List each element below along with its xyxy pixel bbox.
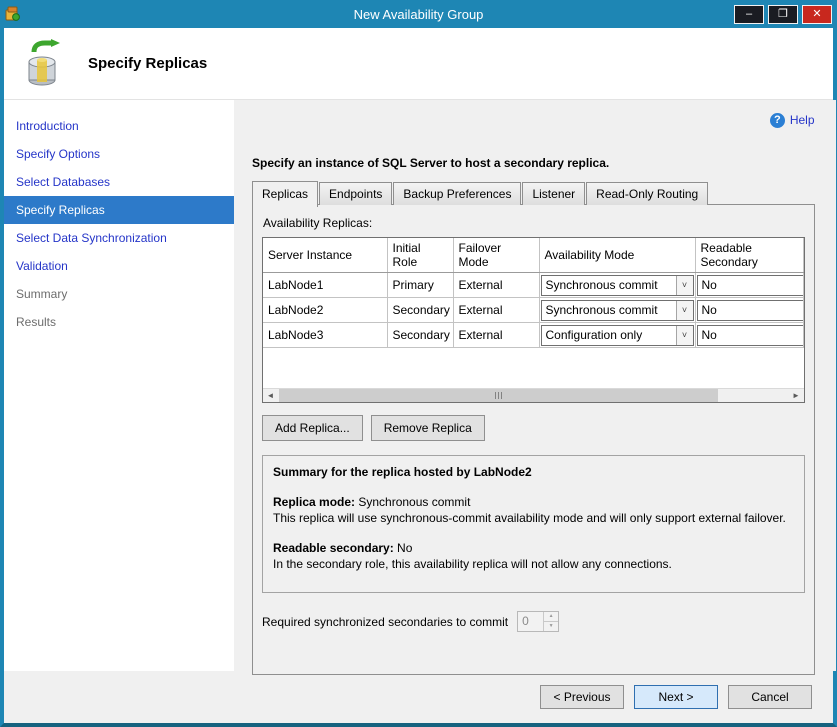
sidebar-item-specify-replicas[interactable]: Specify Replicas <box>4 196 234 224</box>
sidebar-item-specify-options[interactable]: Specify Options <box>4 140 234 168</box>
replica-mode-description: This replica will use synchronous-commit… <box>273 510 794 526</box>
grid-header-row: Server Instance Initial Role Failover Mo… <box>263 238 803 273</box>
previous-button[interactable]: < Previous <box>540 685 624 709</box>
sidebar-item-select-databases[interactable]: Select Databases <box>4 168 234 196</box>
spinner-value: 0 <box>518 612 543 631</box>
replica-mode-line: Replica mode: Synchronous commit <box>273 494 794 510</box>
remove-replica-button[interactable]: Remove Replica <box>371 415 485 441</box>
readable-secondary-line: Readable secondary: No <box>273 540 794 556</box>
help-link[interactable]: ? Help <box>252 110 815 130</box>
wizard-header: Specify Replicas <box>4 28 833 100</box>
availability-mode-select[interactable]: Configuration only ˅ <box>541 325 694 346</box>
tab-replicas[interactable]: Replicas <box>252 181 318 207</box>
window-title: New Availability Group <box>0 7 837 22</box>
replica-summary-panel: Summary for the replica hosted by LabNod… <box>262 455 805 593</box>
readable-secondary-label: Readable secondary: <box>273 541 394 555</box>
replica-row-labnode1: LabNode1 Primary External Synchronous co… <box>263 273 803 298</box>
failover-mode-cell: External <box>453 323 539 348</box>
replica-row-labnode2: LabNode2 Secondary External Synchronous … <box>263 298 803 323</box>
help-icon: ? <box>770 113 785 128</box>
required-secondaries-spinner: 0 ▲ ▼ <box>517 611 559 632</box>
titlebar: New Availability Group – ❐ ✕ <box>0 0 837 28</box>
column-header-failover-mode: Failover Mode <box>453 238 539 273</box>
new-availability-group-dialog: New Availability Group – ❐ ✕ Specify Rep… <box>0 0 837 727</box>
tab-strip: Replicas Endpoints Backup Preferences Li… <box>252 182 815 205</box>
main-content: ? Help Specify an instance of SQL Server… <box>234 100 836 671</box>
tab-endpoints[interactable]: Endpoints <box>319 182 392 205</box>
initial-role-cell: Secondary <box>387 323 453 348</box>
minimize-button[interactable]: – <box>734 5 764 24</box>
initial-role-cell: Secondary <box>387 298 453 323</box>
sidebar-item-summary: Summary <box>4 280 234 308</box>
help-label[interactable]: Help <box>790 113 815 127</box>
chevron-down-icon[interactable]: ˅ <box>676 301 693 320</box>
readable-secondary-select[interactable]: No <box>697 325 805 346</box>
chevron-down-icon[interactable]: ˅ <box>676 276 693 295</box>
scrollbar-thumb[interactable] <box>279 389 718 402</box>
required-secondaries-row: Required synchronized secondaries to com… <box>262 611 805 632</box>
spinner-down-icon: ▼ <box>544 621 558 631</box>
tab-read-only-routing[interactable]: Read-Only Routing <box>586 182 708 205</box>
column-header-initial-role: Initial Role <box>387 238 453 273</box>
tab-backup-preferences[interactable]: Backup Preferences <box>393 182 521 205</box>
table-horizontal-scrollbar[interactable]: ◄ ► <box>263 388 804 402</box>
readable-secondary-value: No <box>394 541 413 555</box>
add-replica-button[interactable]: Add Replica... <box>262 415 363 441</box>
footer-button-bar: < Previous Next > Cancel <box>4 671 833 723</box>
replica-row-labnode3: LabNode3 Secondary External Configuratio… <box>263 323 803 348</box>
column-header-readable-secondary: Readable Secondary <box>695 238 803 273</box>
sidebar-item-select-data-synchronization[interactable]: Select Data Synchronization <box>4 224 234 252</box>
failover-mode-cell: External <box>453 298 539 323</box>
cancel-button[interactable]: Cancel <box>728 685 812 709</box>
close-button[interactable]: ✕ <box>802 5 832 24</box>
replicas-tab-panel: Availability Replicas: Server Instance I… <box>252 204 815 675</box>
scrollbar-track[interactable] <box>278 389 789 402</box>
column-header-availability-mode: Availability Mode <box>539 238 695 273</box>
readable-secondary-select[interactable]: No <box>697 300 805 321</box>
chevron-down-icon[interactable]: ˅ <box>676 326 693 345</box>
replica-mode-value: Synchronous commit <box>355 495 470 509</box>
server-instance-cell: LabNode2 <box>263 298 387 323</box>
server-instance-cell: LabNode1 <box>263 273 387 298</box>
sidebar-item-introduction[interactable]: Introduction <box>4 112 234 140</box>
page-title: Specify Replicas <box>88 55 207 72</box>
wizard-body: Introduction Specify Options Select Data… <box>4 100 833 671</box>
maximize-button[interactable]: ❐ <box>768 5 798 24</box>
spinner-buttons: ▲ ▼ <box>543 612 558 631</box>
tab-listener[interactable]: Listener <box>522 182 585 205</box>
failover-mode-cell: External <box>453 273 539 298</box>
replica-mode-label: Replica mode: <box>273 495 355 509</box>
availability-replicas-grid: Server Instance Initial Role Failover Mo… <box>262 237 805 403</box>
wizard-steps-sidebar: Introduction Specify Options Select Data… <box>4 100 234 671</box>
server-instance-cell: LabNode3 <box>263 323 387 348</box>
availability-replicas-label: Availability Replicas: <box>263 216 805 230</box>
next-button[interactable]: Next > <box>634 685 718 709</box>
window-controls: – ❐ ✕ <box>734 5 832 24</box>
availability-mode-select[interactable]: Synchronous commit ˅ <box>541 300 694 321</box>
readable-secondary-description: In the secondary role, this availability… <box>273 556 794 572</box>
sidebar-item-validation[interactable]: Validation <box>4 252 234 280</box>
availability-group-icon <box>20 38 72 90</box>
initial-role-cell: Primary <box>387 273 453 298</box>
scroll-left-icon[interactable]: ◄ <box>263 389 278 402</box>
summary-title: Summary for the replica hosted by LabNod… <box>273 464 794 480</box>
column-header-server-instance: Server Instance <box>263 238 387 273</box>
readable-secondary-select[interactable]: No <box>697 275 805 296</box>
spinner-up-icon: ▲ <box>544 612 558 621</box>
replica-buttons-row: Add Replica... Remove Replica <box>262 415 805 441</box>
sidebar-item-results: Results <box>4 308 234 336</box>
instruction-text: Specify an instance of SQL Server to hos… <box>252 156 815 170</box>
required-secondaries-label: Required synchronized secondaries to com… <box>262 615 508 629</box>
scroll-right-icon[interactable]: ► <box>789 389 804 402</box>
availability-mode-select[interactable]: Synchronous commit ˅ <box>541 275 694 296</box>
